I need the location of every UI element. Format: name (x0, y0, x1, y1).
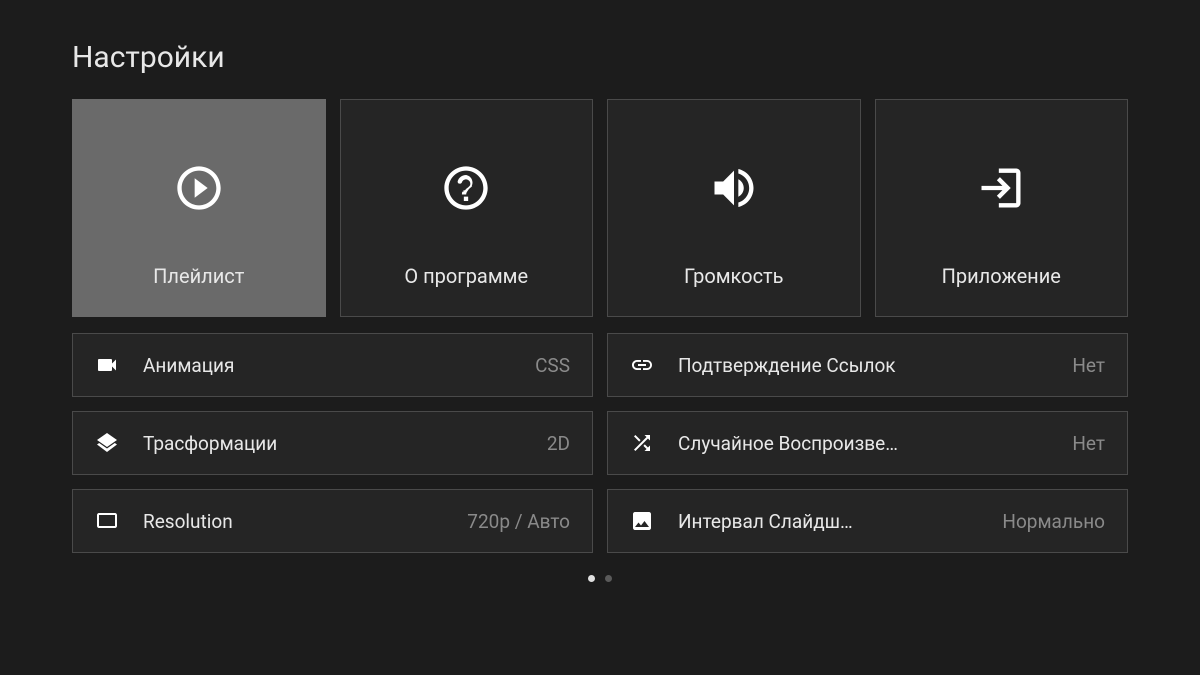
monitor-icon (95, 509, 119, 533)
tile-label: Плейлист (153, 264, 244, 288)
tile-volume[interactable]: Громкость (607, 99, 861, 317)
setting-transformations[interactable]: Трасформации 2D (72, 411, 593, 475)
layers-icon (95, 431, 119, 455)
setting-animation[interactable]: Анимация CSS (72, 333, 593, 397)
setting-label: Подтверждение Ссылок (678, 354, 1060, 377)
page-dot[interactable] (605, 575, 612, 582)
video-camera-icon (95, 353, 119, 377)
tile-label: Приложение (942, 264, 1061, 288)
help-circle-icon (440, 162, 492, 218)
tile-about[interactable]: О программе (340, 99, 594, 317)
setting-link-confirmation[interactable]: Подтверждение Ссылок Нет (607, 333, 1128, 397)
shuffle-icon (630, 431, 654, 455)
page-indicator (72, 575, 1128, 582)
tile-application[interactable]: Приложение (875, 99, 1129, 317)
setting-value: CSS (535, 354, 570, 377)
page-title: Настройки (72, 40, 1128, 75)
setting-label: Resolution (143, 510, 455, 533)
tile-playlist[interactable]: Плейлист (72, 99, 326, 317)
setting-value: 2D (547, 432, 570, 455)
image-icon (630, 509, 654, 533)
setting-value: Нормально (1002, 510, 1105, 533)
settings-column-left: Анимация CSS Трасформации 2D Resolution … (72, 333, 593, 553)
setting-label: Случайное Воспроизве… (678, 432, 1060, 455)
setting-value: Нет (1072, 432, 1105, 455)
setting-label: Анимация (143, 354, 523, 377)
tile-label: О программе (404, 264, 528, 288)
tiles-row: Плейлист О программе Громкость Приложени… (72, 99, 1128, 317)
tile-label: Громкость (684, 264, 784, 288)
link-icon (630, 353, 654, 377)
setting-label: Трасформации (143, 432, 535, 455)
play-circle-icon (173, 162, 225, 218)
settings-column-right: Подтверждение Ссылок Нет Случайное Воспр… (607, 333, 1128, 553)
settings-columns: Анимация CSS Трасформации 2D Resolution … (72, 333, 1128, 553)
exit-icon (975, 162, 1027, 218)
volume-icon (708, 162, 760, 218)
setting-value: 720p / Авто (467, 510, 570, 533)
setting-slideshow-interval[interactable]: Интервал Слайдш… Нормально (607, 489, 1128, 553)
setting-shuffle[interactable]: Случайное Воспроизве… Нет (607, 411, 1128, 475)
page-dot-active[interactable] (588, 575, 595, 582)
setting-label: Интервал Слайдш… (678, 510, 990, 533)
setting-value: Нет (1072, 354, 1105, 377)
setting-resolution[interactable]: Resolution 720p / Авто (72, 489, 593, 553)
